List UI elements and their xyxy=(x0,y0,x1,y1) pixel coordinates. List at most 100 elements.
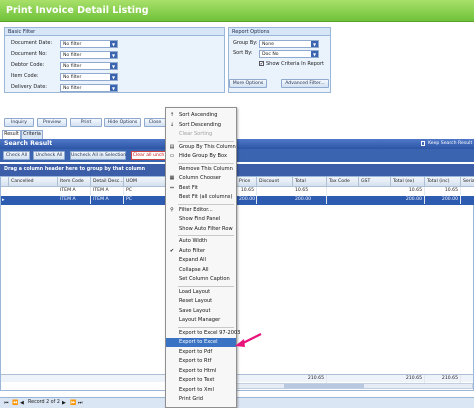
col-price[interactable]: Price xyxy=(237,177,257,187)
menu-item[interactable]: ▦ Column Chooser xyxy=(166,174,236,183)
check-all-button[interactable]: Check All xyxy=(3,151,30,160)
result-grid: Cancelled Item Code Detail Desc... UOM P… xyxy=(0,176,474,391)
menu-item[interactable]: ▤ Group By This Column xyxy=(166,143,236,152)
menu-item[interactable]: Export to Pdf xyxy=(166,348,236,357)
chevron-down-icon[interactable]: ▼ xyxy=(110,63,117,69)
menu-item[interactable]: Layout Manager xyxy=(166,316,236,325)
menu-item[interactable]: Export to Html xyxy=(166,367,236,376)
table-row-selected[interactable]: ▸ ITEM A ITEM A PC 200.00 200.00 200.00 … xyxy=(1,196,474,205)
preview-button[interactable]: Preview xyxy=(37,118,67,127)
col-item-code[interactable]: Item Code xyxy=(58,177,91,187)
show-criteria-label: Show Criteria In Report xyxy=(266,61,324,67)
check-icon: ✔ xyxy=(169,247,175,254)
menu-item[interactable]: Print Grid xyxy=(166,395,236,404)
cell-item-code: ITEM A xyxy=(58,187,91,195)
menu-item[interactable]: ▭ Hide Group By Box xyxy=(166,152,236,161)
sort-by-combo[interactable]: Doc No ▼ xyxy=(259,50,319,58)
col-cancelled[interactable]: Cancelled xyxy=(9,177,58,187)
sort-by-value: Doc No xyxy=(262,52,279,57)
menu-item[interactable]: ✔ Auto Filter xyxy=(166,247,236,256)
tab-result[interactable]: Result xyxy=(2,130,21,139)
menu-item[interactable]: Best Fit (all columns) xyxy=(166,193,236,202)
group-by-combo[interactable]: None ▼ xyxy=(259,40,319,48)
menu-item[interactable]: Export to Xml xyxy=(166,386,236,395)
prev-record-icon[interactable]: ◀ xyxy=(20,400,24,406)
group-by-panel[interactable]: Drag a column header here to group by th… xyxy=(0,164,474,176)
col-gst[interactable]: GST xyxy=(359,177,391,187)
chevron-down-icon[interactable]: ▼ xyxy=(110,85,117,91)
menu-item[interactable]: Reset Layout xyxy=(166,297,236,306)
uncheck-selection-button[interactable]: Uncheck All in Selection xyxy=(70,151,126,160)
menu-item[interactable]: Export to Excel 97-2003 xyxy=(166,329,240,338)
menu-item[interactable]: Collapse All xyxy=(166,266,236,275)
col-serial[interactable]: Serial xyxy=(461,177,474,187)
menu-item-label: Column Chooser xyxy=(179,175,222,181)
menu-item[interactable]: ⇔ Best Fit xyxy=(166,184,236,193)
scrollbar-thumb[interactable] xyxy=(284,384,364,388)
inquiry-button[interactable]: Inquiry xyxy=(4,118,34,127)
menu-item-label: Best Fit xyxy=(179,184,198,191)
menu-item[interactable]: Set Column Caption xyxy=(166,275,236,284)
uncheck-all-button[interactable]: Uncheck All xyxy=(33,151,65,160)
next-record-icon[interactable]: ▶ xyxy=(62,400,66,406)
chevron-down-icon[interactable]: ▼ xyxy=(311,41,318,47)
chevron-down-icon[interactable]: ▼ xyxy=(110,52,117,58)
col-total-ex[interactable]: Total (ex) xyxy=(391,177,425,187)
more-options-button[interactable]: More Options xyxy=(229,79,267,88)
item-code-combo[interactable]: No filter ▼ xyxy=(60,73,118,81)
menu-item[interactable]: Save Layout xyxy=(166,307,236,316)
report-options-title: Report Options xyxy=(229,28,330,36)
cell-detail-desc: ITEM A xyxy=(91,196,124,204)
document-date-value: No filter xyxy=(63,42,82,47)
basic-filter-title: Basic Filter xyxy=(5,28,224,36)
col-tax-code[interactable]: Tax Code xyxy=(327,177,359,187)
col-discount[interactable]: Discount xyxy=(257,177,293,187)
grid-footer-totals: 210.65 210.65 210.65 xyxy=(1,374,473,383)
hide-options-button[interactable]: Hide Options xyxy=(104,118,141,127)
document-no-label: Document No: xyxy=(11,51,47,57)
debtor-code-combo[interactable]: No filter ▼ xyxy=(60,62,118,70)
keep-search-checkbox[interactable] xyxy=(421,141,425,146)
next-page-icon[interactable]: ⏩ xyxy=(70,400,76,406)
menu-item[interactable]: Show Find Panel xyxy=(166,215,236,224)
menu-item[interactable]: Export to Rtf xyxy=(166,357,236,366)
close-button[interactable]: Close xyxy=(144,118,166,127)
sort-ascending-icon: ↑ xyxy=(169,112,175,118)
document-no-combo[interactable]: No filter ▼ xyxy=(60,51,118,59)
menu-item-label: Sort Ascending xyxy=(179,112,218,118)
menu-item[interactable]: Expand All xyxy=(166,256,236,265)
menu-item[interactable]: Remove This Column xyxy=(166,165,236,174)
menu-item[interactable]: Export to Excel xyxy=(166,338,236,347)
chevron-down-icon[interactable]: ▼ xyxy=(110,41,117,47)
menu-item[interactable]: Load Layout xyxy=(166,288,236,297)
menu-item[interactable]: Show Auto Filter Row xyxy=(166,225,236,234)
menu-item[interactable]: ↓ Sort Descending xyxy=(166,121,236,130)
col-total[interactable]: Total xyxy=(293,177,327,187)
delivery-date-combo[interactable]: No filter ▼ xyxy=(60,84,118,92)
menu-item[interactable]: Auto Width xyxy=(166,237,236,246)
col-detail-desc[interactable]: Detail Desc... xyxy=(91,177,124,187)
print-button[interactable]: Print xyxy=(70,118,102,127)
show-criteria-checkbox[interactable]: ✔ xyxy=(259,61,264,66)
col-uom[interactable]: UOM xyxy=(124,177,166,187)
document-date-combo[interactable]: No filter ▼ xyxy=(60,40,118,48)
advanced-filter-button[interactable]: Advanced Filter... xyxy=(281,79,329,88)
cell-total: 10.65 xyxy=(293,187,327,195)
tab-criteria[interactable]: Criteria xyxy=(21,130,43,139)
menu-item-label: Export to Excel xyxy=(179,339,218,345)
table-row[interactable]: ITEM A ITEM A PC 10.65 10.65 10.65 10.65 xyxy=(1,187,474,196)
clear-all-unchecked-button[interactable]: Clear all unch xyxy=(131,151,166,160)
cell-total-ex: 200.00 xyxy=(391,196,425,204)
sort-by-label: Sort By: xyxy=(233,50,253,56)
menu-item[interactable]: ↑ Sort Ascending xyxy=(166,111,236,120)
first-record-icon[interactable]: ⏮ xyxy=(4,400,9,406)
col-total-inc[interactable]: Total (inc) xyxy=(425,177,461,187)
chevron-down-icon[interactable]: ▼ xyxy=(110,74,117,80)
menu-item-label: Hide Group By Box xyxy=(179,153,227,159)
last-record-icon[interactable]: ⏭ xyxy=(78,400,83,406)
menu-item[interactable]: ⚲ Filter Editor... xyxy=(166,206,236,215)
chevron-down-icon[interactable]: ▼ xyxy=(311,51,318,57)
menu-item[interactable]: Export to Text xyxy=(166,376,236,385)
prev-page-icon[interactable]: ⏪ xyxy=(12,400,18,406)
menu-item-label: Collapse All xyxy=(179,266,209,273)
